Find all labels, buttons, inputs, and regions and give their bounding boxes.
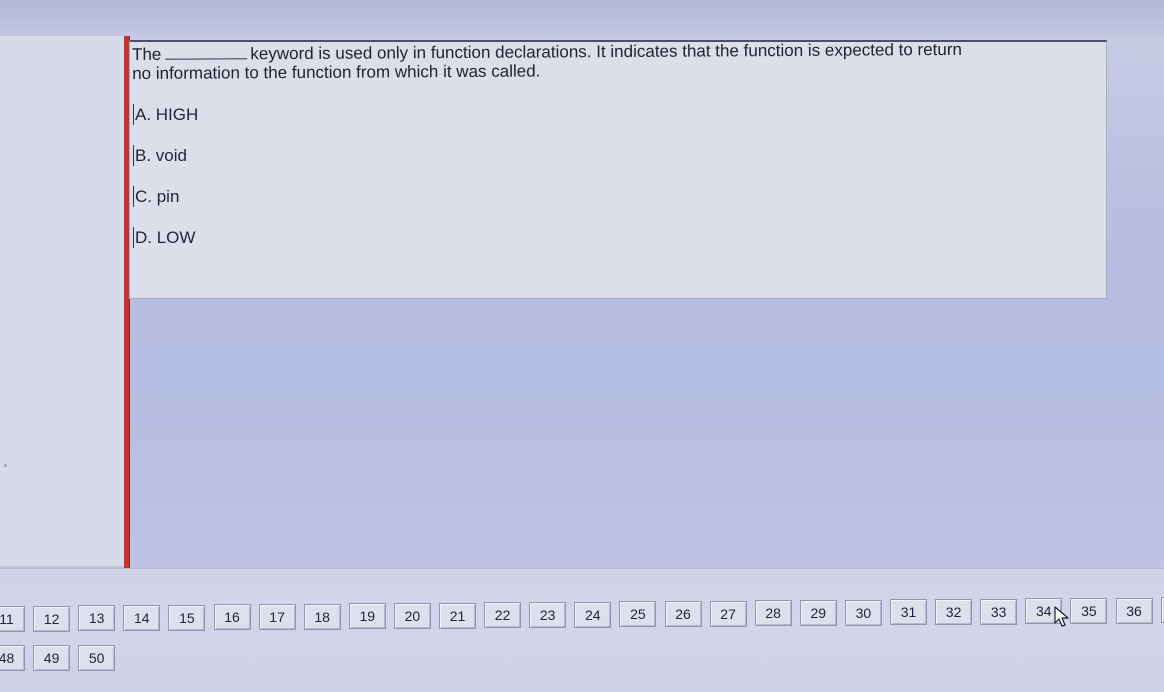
question-nav-button-22[interactable]: 22 (484, 602, 522, 629)
question-nav-button-48[interactable]: 48 (0, 645, 25, 671)
question-nav-button-18[interactable]: 18 (303, 603, 341, 630)
option-a[interactable]: A. HIGH (133, 104, 198, 145)
question-nav-button-30[interactable]: 30 (844, 599, 882, 626)
question-nav-button-17[interactable]: 17 (258, 604, 296, 631)
question-nav-button-12[interactable]: 12 (33, 605, 71, 632)
panel-dot (4, 464, 7, 467)
question-nav-button-24[interactable]: 24 (574, 601, 612, 628)
question-nav-button-16[interactable]: 16 (213, 604, 251, 631)
question-nav-button-13[interactable]: 13 (78, 605, 116, 632)
question-nav-button-21[interactable]: 21 (439, 602, 476, 629)
answer-options: A. HIGH B. void C. pin D. LOW (133, 104, 198, 268)
question-nav-button-14[interactable]: 14 (123, 605, 161, 631)
question-text-start: The (132, 44, 162, 64)
question-nav-button-35[interactable]: 35 (1070, 598, 1108, 625)
question-panel: The keyword is used only in function decl… (129, 40, 1107, 299)
option-b-label[interactable]: B. void (133, 145, 187, 166)
question-nav-button-25[interactable]: 25 (619, 601, 657, 628)
question-blank (165, 44, 248, 60)
question-nav-button-50[interactable]: 50 (78, 645, 116, 671)
option-c[interactable]: C. pin (133, 186, 198, 227)
question-nav-button-19[interactable]: 19 (348, 603, 386, 630)
option-c-label[interactable]: C. pin (133, 186, 179, 207)
question-nav-button-11[interactable]: 11 (0, 606, 25, 632)
question-nav-button-37[interactable]: 37 (1160, 597, 1164, 624)
question-nav-button-32[interactable]: 32 (935, 599, 973, 626)
left-panel (0, 36, 125, 566)
pointer-cursor-icon (1054, 606, 1069, 627)
question-nav-button-49[interactable]: 49 (33, 645, 71, 671)
question-nav-button-27[interactable]: 27 (709, 600, 747, 627)
question-nav-button-15[interactable]: 15 (168, 604, 206, 631)
question-nav-button-33[interactable]: 33 (980, 598, 1018, 625)
question-nav-button-29[interactable]: 29 (799, 600, 837, 627)
question-nav-button-31[interactable]: 31 (890, 599, 927, 626)
option-b[interactable]: B. void (133, 145, 198, 186)
question-nav-button-28[interactable]: 28 (754, 600, 792, 627)
question-nav-button-23[interactable]: 23 (529, 602, 567, 629)
question-text-line2: no information to the function from whic… (132, 61, 541, 83)
option-a-label[interactable]: A. HIGH (133, 104, 198, 125)
question-text-end: keyword is used only in function declara… (250, 39, 962, 64)
question-nav-button-20[interactable]: 20 (393, 603, 431, 630)
question-text: The keyword is used only in function decl… (132, 39, 1092, 83)
question-nav-button-36[interactable]: 36 (1115, 597, 1153, 624)
question-nav-button-26[interactable]: 26 (664, 601, 702, 628)
option-d-label[interactable]: D. LOW (133, 227, 195, 248)
content-area (129, 297, 1164, 567)
top-strip (0, 0, 1164, 36)
option-d[interactable]: D. LOW (133, 227, 198, 268)
